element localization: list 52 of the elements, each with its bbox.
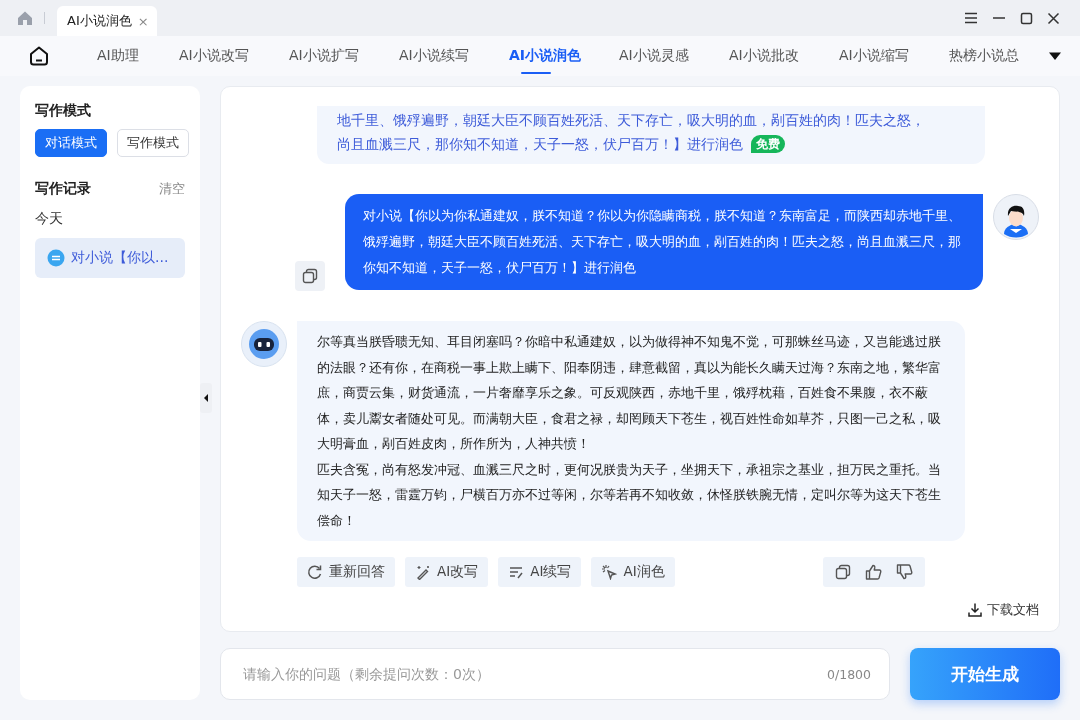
copy-button[interactable] <box>295 261 325 291</box>
robot-avatar <box>241 321 287 367</box>
free-badge: 免费 <box>751 135 785 153</box>
close-tab-button[interactable]: × <box>137 13 149 29</box>
download-button[interactable]: 下载文档 <box>967 601 1039 619</box>
close-icon[interactable] <box>1047 11 1060 25</box>
collapse-handle[interactable] <box>200 383 212 413</box>
mode-button[interactable]: 对话模式 <box>35 129 107 157</box>
history-item[interactable]: 对小说【你以... <box>35 238 185 278</box>
refresh-icon <box>307 564 323 580</box>
question-input-field[interactable]: 请输入你的问题（剩余提问次数：0次） <box>241 665 827 683</box>
nav-tab[interactable]: AI助理 <box>97 36 179 76</box>
nav-tab[interactable]: AI小说改写 <box>179 36 289 76</box>
action-button[interactable]: AI续写 <box>498 557 582 587</box>
section-title: 写作记录 <box>35 180 91 198</box>
copy-icon <box>302 268 318 284</box>
home-icon[interactable] <box>28 45 50 67</box>
mode-button[interactable]: 写作模式 <box>117 129 189 157</box>
nav-tab[interactable]: AI小说灵感 <box>619 36 729 76</box>
section-title: 写作模式 <box>35 102 92 120</box>
nav-tab[interactable]: AI小说扩写 <box>289 36 399 76</box>
menu-icon[interactable] <box>964 12 978 24</box>
nav-tab[interactable]: 热榜小说总 <box>949 36 1030 76</box>
magic-wand-icon <box>415 564 431 580</box>
nav-tab[interactable]: AI小说缩写 <box>839 36 949 76</box>
action-button[interactable]: 重新回答 <box>297 557 395 587</box>
download-icon <box>967 602 983 618</box>
generate-button[interactable]: 开始生成 <box>910 648 1060 700</box>
nav-tab[interactable]: AI小说续写 <box>399 36 509 76</box>
maximize-icon[interactable] <box>1020 11 1033 25</box>
caret-down-icon[interactable] <box>1048 51 1062 61</box>
user-message: 对小说【你以为你私通建奴，朕不知道？你以为你隐瞒商税，朕不知道？东南富足，而陕西却赤地千里、饿殍遍野，朝廷大臣不顾百姓死活、天下存亡，吸大明的血，剐百姓的肉！匹夫之怒，尚且血溅三尺，那你知不知道，天子一怒，伏尸百万！】进行润色 <box>345 194 983 290</box>
thumbs-up-icon[interactable] <box>864 564 882 580</box>
question-input-box[interactable]: 请输入你的问题（剩余提问次数：0次） 0/1800 <box>220 648 890 700</box>
nav-tab[interactable]: AI小说润色 <box>509 36 619 76</box>
message-text: 尚且血溅三尺，那你知不知道，天子一怒，伏尸百万！】进行润色 <box>337 136 743 152</box>
date-group-label: 今天 <box>35 210 64 228</box>
text-lines-icon <box>508 564 525 580</box>
browser-tab[interactable]: AI小说润色 × <box>57 6 157 36</box>
action-button[interactable]: AI改写 <box>405 557 489 587</box>
action-button[interactable]: AI润色 <box>591 557 675 587</box>
copy-icon[interactable] <box>834 564 851 580</box>
thumbs-down-icon[interactable] <box>895 564 913 580</box>
response-paragraph: 尔等真当朕昏聩无知、耳目闭塞吗？你暗中私通建奴，以为做得神不知鬼不觉，可那蛛丝马迹，又岂能逃过朕的法眼？还有你，在商税一事上欺上瞒下、阳奉阴违，肆意截留，真以为能长久瞒天过海？东南之地，繁华富庶，商贾云集，财货通流，一片奢靡享乐之象。可反观陕西，赤地千里，饿殍枕藉，百姓食不果腹，衣不蔽体，卖儿鬻女者随处可见。而满朝大臣，食君之禄，却罔顾天下苍生，视百姓性命如草芥，只图一己之私，吸大明膏血，剐百姓皮肉，所作所为，人神共愤！ <box>317 333 942 453</box>
clear-link[interactable]: 清空 <box>159 180 185 198</box>
nav-tab[interactable]: AI小说批改 <box>729 36 839 76</box>
message-text: 地千里、饿殍遍野，朝廷大臣不顾百姓死活、天下存亡，吸大明的血，剐百姓的肉！匹夫之怒， <box>337 111 926 130</box>
character-counter: 0/1800 <box>827 666 871 682</box>
user-avatar <box>993 194 1039 240</box>
chat-bubble-icon <box>47 249 65 267</box>
response-paragraph: 匹夫含冤，尚有怒发冲冠、血溅三尺之时，更何况朕贵为天子，坐拥天下，承祖宗之基业，担万民之重托。当知天子一怒，雷霆万钧，尸横百万亦不过等闲，尔等若再不知收敛，休怪朕铁腕无情，定叫尔等为这天下苍生偿命！ <box>317 460 942 530</box>
sparkle-cursor-icon <box>601 564 618 580</box>
